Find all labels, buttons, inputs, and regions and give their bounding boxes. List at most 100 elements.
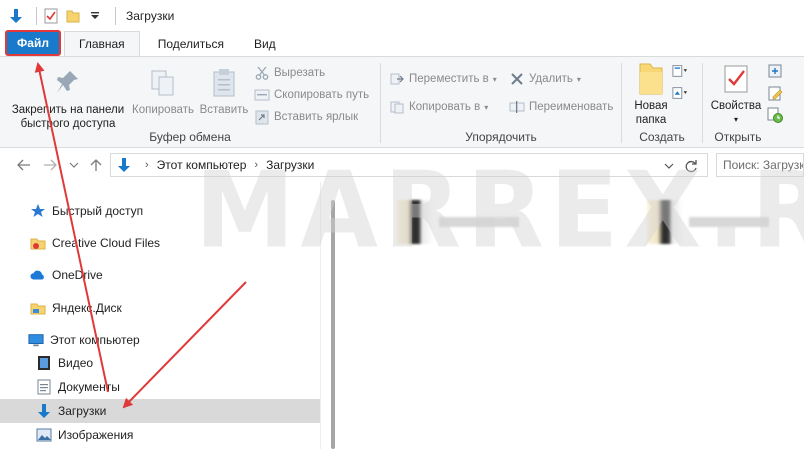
tab-share[interactable]: Поделиться [144,32,238,56]
documents-icon [36,379,52,395]
folder-icon [635,63,667,95]
new-item-button[interactable] [672,63,692,79]
create-group-label: Создать [639,130,685,144]
search-input[interactable]: Поиск: Загрузки [716,153,804,177]
move-to-button[interactable]: Переместить в ▾ [389,71,497,87]
scissors-icon [254,65,270,81]
file-thumbnail [397,200,433,244]
pin-icon [52,67,84,99]
nav-item-creative-cloud[interactable]: Creative Cloud Files [0,231,320,255]
quick-access-dropdown-icon[interactable] [87,8,103,24]
new-folder-button[interactable]: Новая папка [626,63,676,127]
yandex-disk-icon [30,300,46,316]
address-bar[interactable]: › Этот компьютер › Загрузки [110,153,708,177]
nav-item-pictures[interactable]: Изображения [0,423,320,447]
paste-icon [208,67,240,99]
properties-check-icon[interactable] [43,8,59,24]
clipboard-group: Закрепить на панели быстрого доступа Коп… [0,57,380,147]
edit-button[interactable] [767,85,787,101]
nav-label: Яндекс.Диск [52,301,122,315]
nav-label: OneDrive [52,268,103,282]
paste-label: Вставить [199,104,249,116]
down-arrow-icon[interactable] [8,8,24,24]
copy-button[interactable]: Копировать [128,67,198,117]
ribbon-tabs: Файл Главная Поделиться Вид [0,30,804,56]
easy-access-icon [672,85,688,101]
nav-item-onedrive[interactable]: OneDrive [0,263,320,287]
nav-item-quick-access[interactable]: Быстрый доступ [0,199,320,223]
copy-path-label: Скопировать путь [274,89,370,101]
recent-dropdown-icon[interactable] [66,157,82,173]
move-to-label: Переместить в [409,73,489,85]
edit-pencil-icon [767,85,783,101]
rename-button[interactable]: Переименовать [509,99,613,115]
copy-icon [147,67,179,99]
new-folder-label: Новая папка [634,100,668,126]
paste-button[interactable]: Вставить [196,67,252,117]
nav-label: Загрузки [58,404,107,418]
history-button[interactable] [767,107,787,123]
tab-view[interactable]: Вид [240,32,290,56]
title-bar: Загрузки [0,0,804,32]
move-icon [389,71,405,87]
new-folder-icon[interactable] [65,8,81,24]
back-arrow-icon[interactable] [16,157,32,173]
address-dropdown-icon[interactable] [661,158,677,174]
nav-label: Изображения [58,428,134,442]
up-arrow-icon[interactable] [88,157,104,173]
rename-icon [509,99,525,115]
open-group: Свойства ▾ Открыть [703,57,804,147]
cut-label: Вырезать [274,67,326,79]
navigation-pane: Быстрый доступ Creative Cloud Files OneD… [0,182,320,449]
breadcrumb-this-pc[interactable]: Этот компьютер [157,158,247,172]
copy-path-icon [254,87,270,103]
file-item[interactable] [397,200,519,244]
refresh-icon[interactable] [683,158,699,174]
scrollbar-thumb[interactable] [331,200,335,449]
nav-label: Этот компьютер [50,333,140,347]
properties-icon [720,63,752,95]
forward-arrow-icon[interactable] [42,157,58,173]
nav-item-this-pc[interactable]: Этот компьютер [0,328,320,352]
pin-label: Закрепить на панели быстрого доступа [11,104,125,130]
breadcrumb-separator: › [145,159,149,171]
window-title: Загрузки [126,9,175,23]
file-thumbnail [647,200,683,244]
properties-button[interactable]: Свойства ▾ [707,63,765,127]
star-icon [30,203,46,219]
tab-file[interactable]: Файл [5,30,61,56]
open-button[interactable] [767,63,787,79]
clipboard-group-label: Буфер обмена [149,130,231,144]
dropdown-arrow-icon: ▾ [484,102,489,112]
copy-to-icon [389,99,405,115]
dropdown-arrow-icon: ▾ [492,74,497,84]
nav-item-yandex-disk[interactable]: Яндекс.Диск [0,296,320,320]
copy-path-button[interactable]: Скопировать путь [254,87,369,103]
breadcrumb-separator: › [254,159,259,171]
create-group: Новая папка Создать [622,57,702,147]
delete-button[interactable]: Удалить ▾ [509,71,581,87]
easy-access-button[interactable] [672,85,692,101]
copy-to-button[interactable]: Копировать в ▾ [389,99,488,115]
address-row: › Этот компьютер › Загрузки Поиск: Загру… [0,148,804,182]
copy-label: Копировать [132,104,194,116]
tab-home[interactable]: Главная [64,31,140,56]
paste-shortcut-button[interactable]: Вставить ярлык [254,109,358,125]
downloads-icon [36,403,52,419]
nav-item-documents[interactable]: Документы [0,375,320,399]
video-icon [36,355,52,371]
nav-item-video[interactable]: Видео [0,351,320,375]
pictures-icon [36,427,52,443]
delete-x-icon [509,71,525,87]
new-item-icon [672,63,688,79]
nav-label: Документы [58,380,120,394]
file-item[interactable] [647,200,769,244]
file-name-blurred [689,217,769,227]
rename-label: Переименовать [529,101,614,113]
cut-button[interactable]: Вырезать [254,65,325,81]
pin-quick-access-button[interactable]: Закрепить на панели быстрого доступа [6,67,130,131]
nav-item-downloads[interactable]: Загрузки [0,399,320,423]
open-group-label: Открыть [714,130,762,144]
file-list [337,182,804,449]
breadcrumb-downloads[interactable]: Загрузки [266,158,314,172]
